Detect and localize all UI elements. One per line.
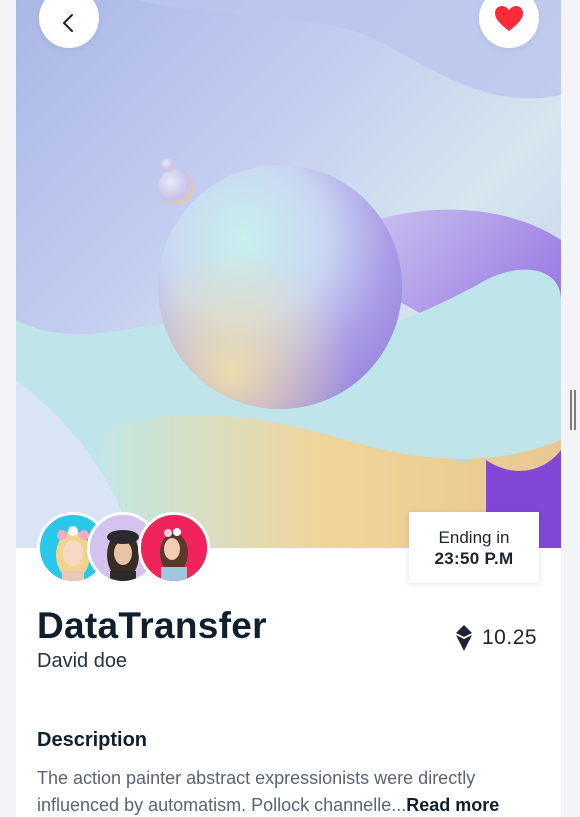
- collector-avatars: [37, 512, 237, 584]
- description-text: The action painter abstract expressionis…: [37, 765, 542, 817]
- chevron-left-icon: [63, 14, 73, 32]
- ending-time: 23:50 P.M: [434, 549, 514, 568]
- ethereum-icon: [456, 625, 472, 651]
- artwork-image: [16, 0, 561, 548]
- nft-detail-card: Ending in 23:50 P.M DataTransfer David d…: [16, 0, 561, 817]
- ending-label: Ending in: [438, 528, 510, 547]
- collector-photo-3: [141, 515, 207, 581]
- item-title: DataTransfer: [37, 605, 267, 646]
- scrollbar-handle[interactable]: [570, 390, 576, 430]
- read-more-link[interactable]: Read more: [406, 795, 499, 815]
- item-price: 10.25: [456, 625, 537, 651]
- auction-ending-box: Ending in 23:50 P.M: [409, 512, 539, 583]
- item-author[interactable]: David doe: [37, 650, 127, 673]
- description-heading: Description: [37, 729, 148, 751]
- price-value: 10.25: [482, 626, 538, 649]
- avatar[interactable]: [138, 512, 210, 584]
- heart-icon: [495, 6, 523, 31]
